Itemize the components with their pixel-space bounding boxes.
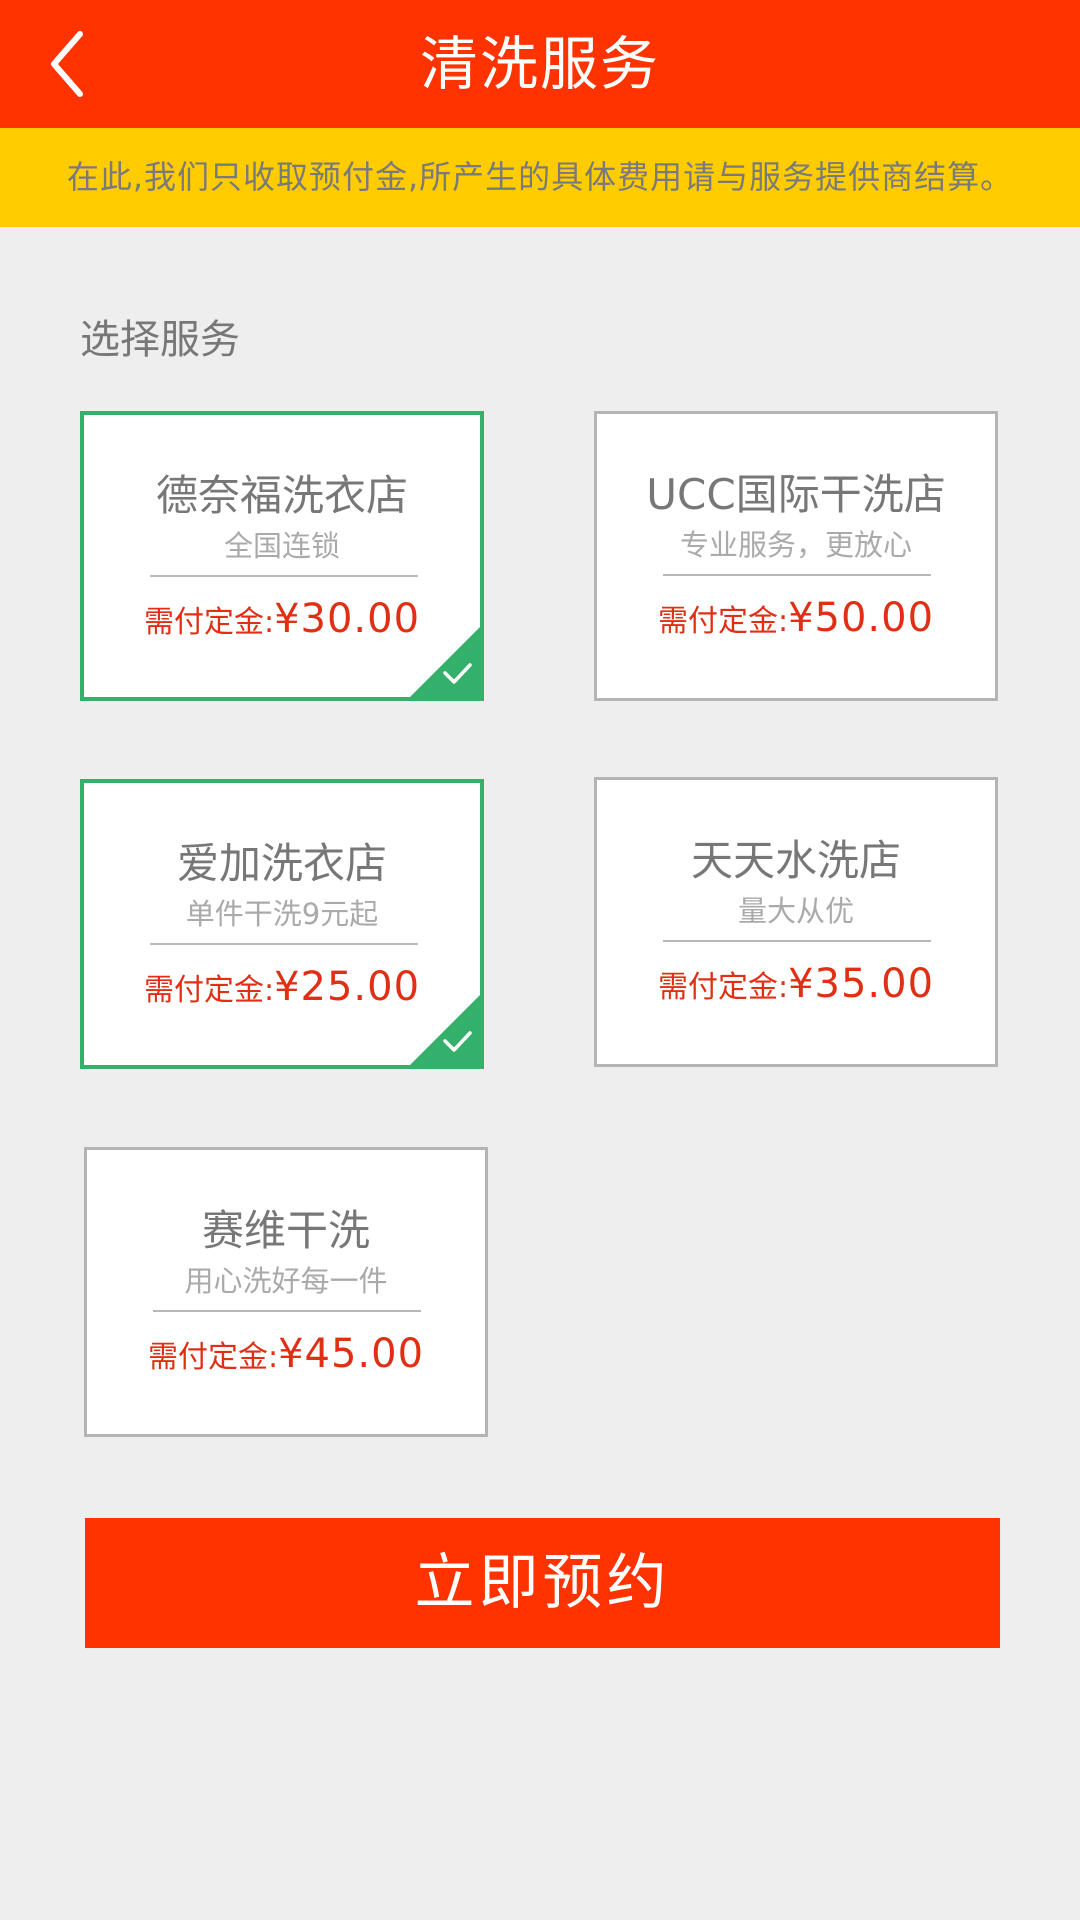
- card-divider: [150, 943, 418, 945]
- deposit-amount: ¥35.00: [788, 961, 935, 1007]
- card-divider: [150, 575, 418, 577]
- card-divider: [663, 940, 931, 942]
- service-card-saiwei[interactable]: 赛维干洗 用心洗好每一件 需付定金:¥45.00: [84, 1147, 488, 1437]
- service-name: 赛维干洗: [201, 1206, 370, 1255]
- service-card-aijia[interactable]: 爱加洗衣店 单件干洗9元起 需付定金:¥25.00: [80, 779, 484, 1069]
- deposit-amount: ¥50.00: [788, 595, 935, 641]
- service-card-denaifu[interactable]: 德奈福洗衣店 全国连锁 需付定金:¥30.00: [80, 411, 484, 701]
- deposit-label: 需付定金:: [147, 1340, 279, 1375]
- deposit-label: 需付定金:: [657, 604, 789, 639]
- deposit-amount: ¥25.00: [274, 964, 421, 1010]
- select-service-label: 选择服务: [80, 317, 240, 363]
- deposit-label: 需付定金:: [657, 970, 789, 1005]
- selected-check-icon: [410, 995, 480, 1065]
- service-tagline: 用心洗好每一件: [184, 1264, 388, 1298]
- service-deposit: 需付定金:¥45.00: [87, 1326, 485, 1395]
- service-name: 天天水洗店: [690, 836, 901, 885]
- service-card-ucc[interactable]: UCC国际干洗店 专业服务，更放心 需付定金:¥50.00: [594, 411, 998, 701]
- book-now-button[interactable]: 立即预约: [85, 1518, 1000, 1648]
- service-name: UCC国际干洗店: [646, 470, 946, 519]
- deposit-label: 需付定金:: [143, 605, 275, 640]
- deposit-label: 需付定金:: [143, 973, 275, 1008]
- deposit-amount: ¥30.00: [274, 596, 421, 642]
- service-deposit: 需付定金:¥35.00: [597, 956, 995, 1025]
- selected-check-icon: [410, 627, 480, 697]
- card-divider: [663, 574, 931, 576]
- service-tagline: 单件干洗9元起: [185, 897, 379, 931]
- prepayment-notice: 在此,我们只收取预付金,所产生的具体费用请与服务提供商结算。: [0, 128, 1080, 227]
- card-divider: [153, 1310, 421, 1312]
- service-name: 爱加洗衣店: [176, 839, 387, 888]
- page-title: 清洗服务: [419, 30, 660, 98]
- deposit-amount: ¥45.00: [278, 1331, 425, 1377]
- service-card-tiantian[interactable]: 天天水洗店 量大从优 需付定金:¥35.00: [594, 777, 998, 1067]
- service-name: 德奈福洗衣店: [155, 471, 408, 520]
- service-tagline: 量大从优: [737, 894, 854, 928]
- app-header: 清洗服务: [0, 0, 1080, 128]
- service-tagline: 专业服务，更放心: [679, 528, 912, 562]
- service-tagline: 全国连锁: [223, 529, 340, 563]
- service-deposit: 需付定金:¥50.00: [597, 590, 995, 659]
